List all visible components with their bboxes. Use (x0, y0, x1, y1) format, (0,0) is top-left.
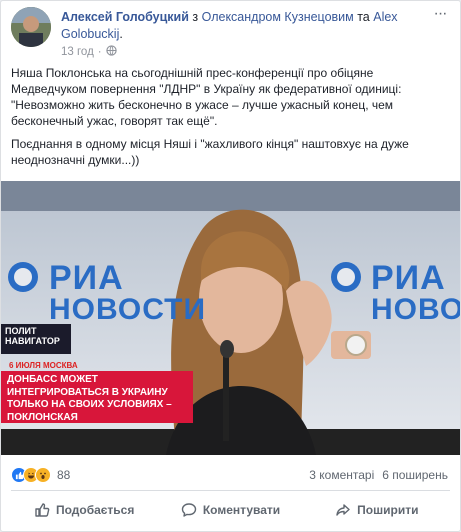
comment-label: Коментувати (202, 503, 281, 517)
chyron-headline: ДОНБАСС МОЖЕТ ИНТЕГРИРОВАТЬСЯ В УКРАИНУ … (1, 371, 193, 423)
like-label: Подобається (55, 503, 135, 517)
wow-reaction-icon (35, 467, 51, 483)
post-stats: 3 коментарі 6 поширень (309, 468, 448, 482)
post-time[interactable]: 13 год (61, 46, 94, 58)
video-player[interactable]: РИА НОВОСТИ РИА НОВОСТ ПОЛИТ НАВИГАТОР 6… (1, 181, 460, 455)
shares-count[interactable]: 6 поширень (382, 468, 448, 482)
divider (11, 490, 450, 491)
with-word: з (188, 10, 202, 24)
share-icon (336, 504, 350, 516)
author-name[interactable]: Алексей Голобуцкий (61, 10, 189, 24)
and-word: та (353, 10, 374, 24)
post-paragraph-1: Няша Поклонська на сьогоднішній прес-кон… (11, 66, 402, 128)
post-header: Алексей Голобуцкий з Олександром Кузнецо… (11, 6, 450, 63)
reactions-summary[interactable]: 88 (11, 467, 70, 483)
author-line: Алексей Голобуцкий з Олександром Кузнецо… (61, 9, 426, 43)
like-button[interactable]: Подобається (11, 495, 157, 525)
post-paragraph-2: Поєднання в одному місця Няші і "жахливо… (11, 137, 409, 167)
comment-button[interactable]: Коментувати (157, 495, 303, 525)
chyron-brand: ПОЛИТ НАВИГАТОР (1, 324, 71, 354)
avatar[interactable] (11, 7, 51, 47)
period: . (119, 27, 123, 41)
comment-icon (181, 503, 197, 517)
chyron-date: 6 ИЮЛЯ МОСКВА (9, 361, 78, 370)
share-label: Поширити (357, 503, 419, 517)
share-button[interactable]: Поширити (304, 495, 450, 525)
meta-separator: · (97, 46, 102, 58)
post-meta: 13 год · (61, 45, 117, 59)
post-card: Алексей Голобуцкий з Олександром Кузнецо… (0, 0, 461, 532)
more-options-icon[interactable]: ··· (430, 6, 450, 23)
tagged-user-1[interactable]: Олександром Кузнецовим (202, 10, 354, 24)
ria-logo-bottom: НОВОСТИ (49, 293, 207, 326)
post-text: Няша Поклонська на сьогоднішній прес-кон… (11, 65, 448, 175)
ria-logo-bottom-right: НОВОСТ (371, 293, 460, 326)
reaction-count[interactable]: 88 (57, 468, 70, 482)
globe-icon[interactable] (105, 45, 117, 59)
comments-count[interactable]: 3 коментарі (309, 468, 374, 482)
thumbs-up-icon (35, 503, 50, 517)
action-bar: Подобається Коментувати Поширити (11, 495, 450, 525)
